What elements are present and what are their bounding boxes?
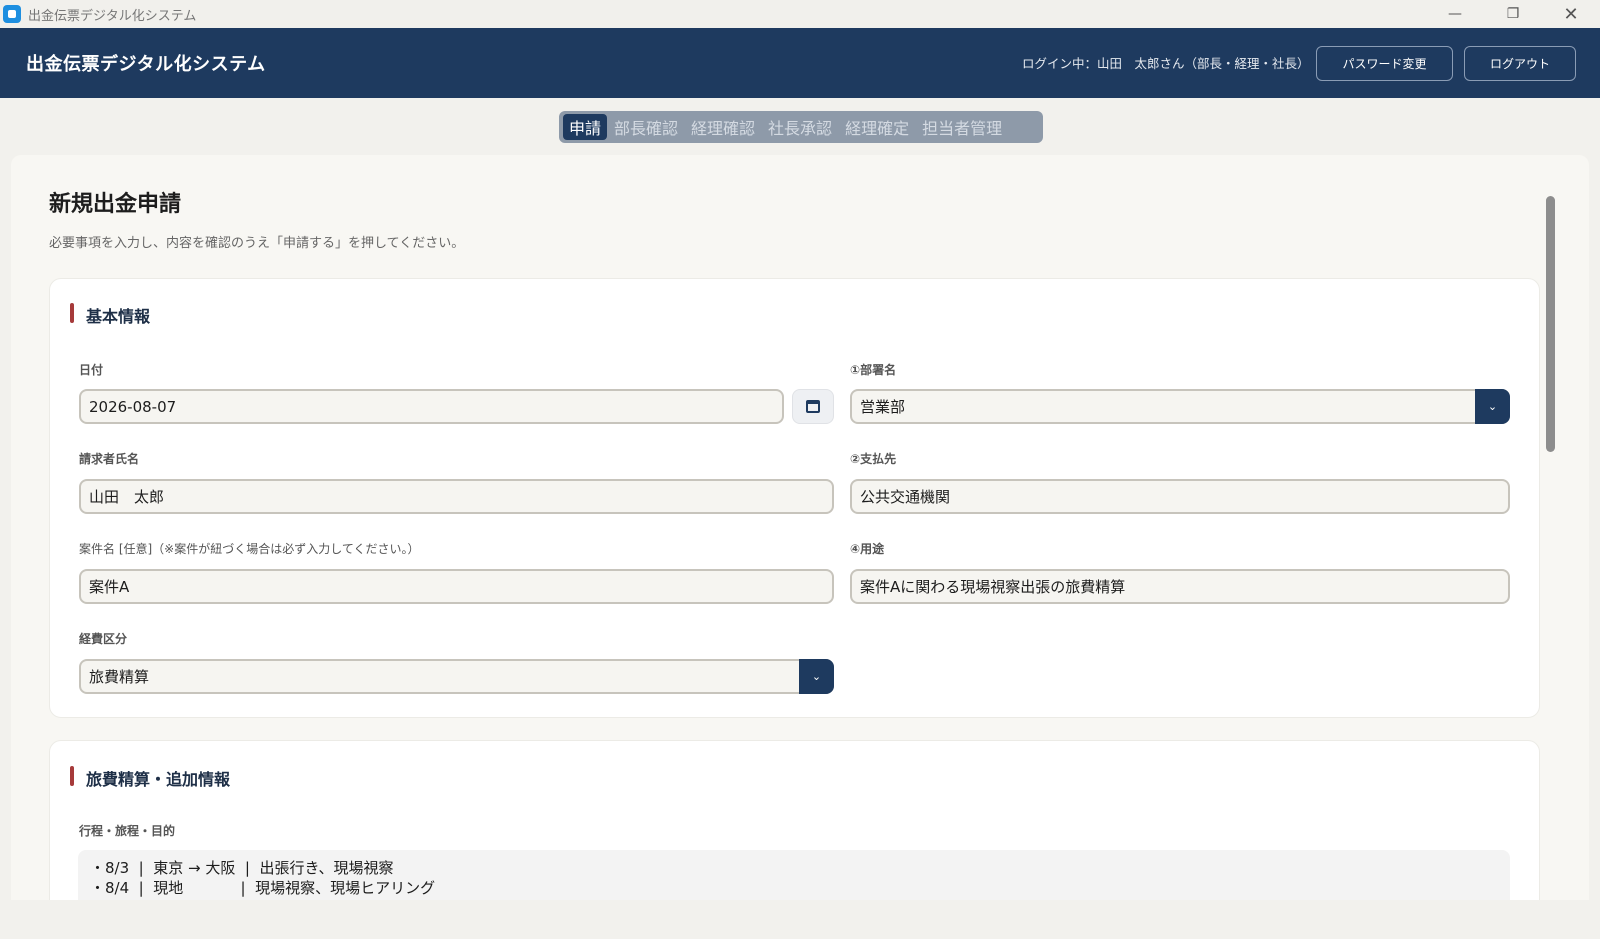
login-status: ログイン中：山田 太郎さん（部長・経理・社長） — [1022, 56, 1310, 71]
change-password-button[interactable]: パスワード変更 — [1316, 46, 1453, 81]
chevron-down-icon[interactable]: ⌄ — [799, 659, 834, 694]
app-header: 出金伝票デジタル化システム ログイン中：山田 太郎さん（部長・経理・社長） パス… — [0, 28, 1600, 98]
logout-button[interactable]: ログアウト — [1464, 46, 1576, 81]
tab-application[interactable]: 申請 — [563, 114, 608, 140]
purpose-label: ④用途 — [850, 542, 885, 556]
date-input[interactable]: 2026-08-07 — [79, 389, 784, 424]
basic-info-section-title: 基本情報 — [70, 303, 150, 327]
expense-type-label: 経費区分 — [79, 632, 128, 646]
tab-staff-management[interactable]: 担当者管理 — [916, 114, 1008, 140]
purpose-input[interactable]: 案件Aに関わる現場視察出張の旅費精算 — [850, 569, 1510, 604]
payee-input[interactable]: 公共交通機関 — [850, 479, 1510, 514]
window-titlebar: 出金伝票デジタル化システム — ❐ ✕ — [0, 0, 1600, 28]
tab-accounting-finalize[interactable]: 経理確定 — [839, 114, 915, 140]
chevron-down-icon[interactable]: ⌄ — [1475, 389, 1510, 424]
project-label: 案件名 [任意]（※案件が紐づく場合は必ず入力してください。） — [79, 542, 420, 556]
itinerary-label: 行程・旅程・目的 — [79, 824, 176, 838]
tab-bar: 申請 部長確認 経理確認 社長承認 経理確定 担当者管理 — [559, 111, 1043, 143]
close-icon[interactable]: ✕ — [1542, 0, 1600, 28]
window-bottom-edge — [0, 900, 1600, 939]
expense-type-select[interactable]: 旅費精算 ⌄ — [79, 659, 834, 694]
minimize-icon[interactable]: — — [1426, 0, 1484, 28]
requester-input[interactable]: 山田 太郎 — [79, 479, 834, 514]
calendar-icon — [806, 400, 820, 413]
maximize-icon[interactable]: ❐ — [1484, 0, 1542, 28]
expense-type-value: 旅費精算 — [89, 668, 150, 686]
requester-label: 請求者氏名 — [79, 452, 140, 466]
tab-manager-review[interactable]: 部長確認 — [608, 114, 684, 140]
scrollbar-thumb[interactable] — [1546, 196, 1555, 452]
window-title: 出金伝票デジタル化システム — [28, 8, 197, 24]
department-value: 営業部 — [860, 398, 906, 416]
app-title: 出金伝票デジタル化システム — [26, 54, 266, 75]
department-label: ①部署名 — [850, 363, 897, 377]
travel-info-section-title: 旅費精算・追加情報 — [70, 766, 230, 790]
tab-president-approval[interactable]: 社長承認 — [762, 114, 838, 140]
project-input[interactable]: 案件A — [79, 569, 834, 604]
department-select[interactable]: 営業部 ⌄ — [850, 389, 1510, 424]
page-description: 必要事項を入力し、内容を確認のうえ「申請する」を押してください。 — [49, 236, 465, 251]
date-picker-button[interactable] — [792, 389, 834, 424]
payee-label: ②支払先 — [850, 452, 897, 466]
page-title: 新規出金申請 — [49, 192, 182, 217]
tab-accounting-review[interactable]: 経理確認 — [685, 114, 761, 140]
app-icon — [3, 5, 21, 23]
date-label: 日付 — [79, 363, 104, 377]
